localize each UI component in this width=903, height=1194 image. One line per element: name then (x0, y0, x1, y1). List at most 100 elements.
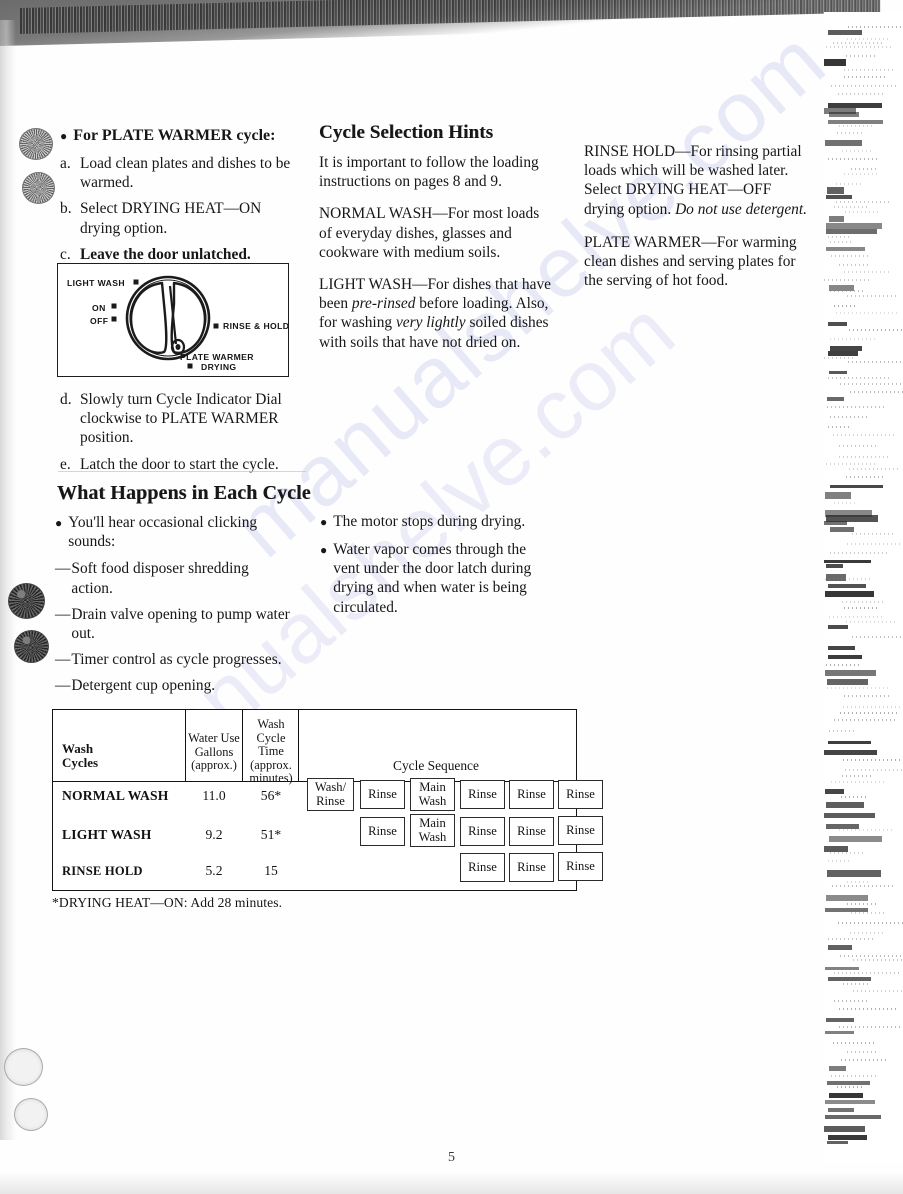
column-header-line: Gallons (194, 744, 234, 759)
sequence-cell-main-wash: Main Wash (410, 778, 455, 811)
list-item: — Detergent cup opening. (55, 676, 290, 695)
sequence-cell-line: Wash/ (314, 780, 347, 795)
em-dash: — (412, 276, 428, 294)
table-footnote: *DRYING HEAT—ON: Add 28 minutes. (52, 895, 283, 910)
column-header-line: Cycle Time (256, 730, 286, 759)
dash-icon: — (55, 677, 71, 695)
light-wash-term: LIGHT WASH (319, 276, 413, 294)
divider (58, 471, 306, 472)
step-text: Leave the door unlatched. (80, 245, 251, 263)
sequence-cell-rinse: Rinse (558, 852, 603, 881)
dash-icon: — (55, 560, 71, 578)
bullet-icon: ● (320, 543, 328, 557)
dial-label-rinse-hold: RINSE & HOLD (223, 321, 290, 331)
dial-label-light-wash: LIGHT WASH (67, 278, 125, 288)
list-item: c. Leave the door unlatched. (60, 245, 300, 264)
sequence-cell-rinse: Rinse (558, 780, 603, 809)
list-item: b. Select DRYING HEAT—ON drying option. (60, 199, 300, 237)
list-item: d. Slowly turn Cycle Indicator Dial cloc… (60, 390, 305, 448)
margin-hole-artifact (8, 583, 45, 619)
step-text: Load clean plates and dishes to be warme… (80, 155, 291, 192)
step-text: Slowly turn Cycle Indicator Dial clockwi… (80, 391, 282, 447)
column-header-line: minutes) (249, 771, 293, 786)
em-dash: — (432, 205, 448, 223)
em-dash: — (701, 233, 717, 251)
column-header-line: (approx.) (191, 758, 237, 773)
margin-hole-artifact (22, 172, 55, 204)
table-cell-time: 15 (264, 863, 278, 878)
facing-page-noise-strip (824, 12, 903, 1162)
dial-label-off: OFF (90, 316, 109, 326)
dash-icon: — (55, 651, 71, 669)
clicking-sounds-list: ● You'll hear occasional clicking sounds… (55, 513, 290, 703)
table-cell-water: 11.0 (202, 788, 226, 803)
scan-edge-left (0, 20, 16, 1140)
left-column-steps-continued: d. Slowly turn Cycle Indicator Dial cloc… (60, 390, 305, 481)
step-label: c. (60, 245, 71, 263)
table-cell-water: 9.2 (205, 827, 223, 842)
sequence-cell-rinse: Rinse (509, 817, 554, 846)
list-item: ● Water vapor comes through the vent und… (320, 540, 542, 617)
sequence-cell-wash-rinse: Wash/ Rinse (307, 778, 354, 811)
dial-indicator-square (214, 324, 218, 328)
middle-column: Cycle Selection Hints It is important to… (319, 122, 551, 365)
rinse-hold-term: RINSE HOLD (584, 143, 676, 160)
sequence-cell-line: Rinse (316, 793, 345, 808)
sequence-cell-line: Main (419, 816, 446, 831)
sequence-cell-rinse: Rinse (360, 817, 405, 846)
dial-indicator-square (188, 364, 192, 368)
column-header-line: Wash (257, 717, 285, 731)
column-header-line: Cycles (62, 755, 99, 771)
column-header-line: Wash (62, 741, 94, 756)
sequence-cell-rinse: Rinse (509, 780, 554, 809)
list-item: ● The motor stops during drying. (320, 512, 542, 532)
margin-hole-artifact (14, 1098, 48, 1131)
bullet-icon: ● (60, 129, 68, 143)
column-header-water-use: Water Use Gallons (approx.) (187, 731, 241, 773)
table-row-label: RINSE HOLD (62, 864, 143, 878)
column-header-wash-cycles: Wash Cycles (62, 741, 172, 771)
rinse-hold-italic-no-detergent: Do not use detergent. (675, 200, 807, 218)
list-item: — Drain valve opening to pump water out. (55, 605, 290, 643)
step-label: d. (60, 391, 72, 408)
scanned-manual-page: manualshelve.com manualshelve.com ● For … (0, 0, 903, 1194)
step-text: Select DRYING HEAT—ON drying option. (80, 200, 262, 237)
plate-warmer-paragraph: PLATE WARMER—For warming clean dishes an… (584, 233, 810, 291)
dash-icon: — (55, 605, 71, 623)
what-happens-section: What Happens in Each Cycle (57, 482, 327, 514)
scan-edge-bottom (0, 1172, 903, 1194)
table-cell-time: 51* (260, 827, 282, 842)
bullet-text: The motor stops during drying. (333, 513, 526, 530)
table-row-label: LIGHT WASH (62, 827, 152, 842)
margin-hole-artifact (4, 1048, 43, 1086)
clicking-intro-text: You'll hear occasional clicking sounds: (68, 514, 258, 551)
column-header-line: (approx. (250, 757, 292, 772)
column-header-cycle-sequence: Cycle Sequence (393, 758, 479, 773)
table-cell-water: 5.2 (205, 863, 223, 878)
dial-label-on: ON (92, 303, 106, 313)
dial-indicator-square (112, 317, 116, 321)
plate-warmer-steps-list: a. Load clean plates and dishes to be wa… (60, 154, 300, 264)
dial-label-plate-warmer: PLATE WARMER (180, 352, 254, 362)
sequence-cell-main-wash: Main Wash (410, 814, 455, 847)
column-header-cycle-time: Wash Cycle Time (approx. minutes) (244, 717, 298, 786)
dial-indicator-square (134, 280, 138, 284)
sequence-cell-rinse: Rinse (460, 780, 505, 809)
sequence-cell-rinse: Rinse (360, 780, 405, 809)
normal-wash-term: NORMAL WASH (319, 205, 433, 223)
margin-hole-artifact (14, 630, 49, 663)
table-row-label: NORMAL WASH (62, 788, 169, 803)
light-wash-italic-very-lightly: very lightly (395, 314, 466, 332)
page-number: 5 (448, 1150, 455, 1165)
section-heading-cycle-selection-hints: Cycle Selection Hints (319, 122, 494, 143)
dial-label-drying: DRYING (201, 362, 237, 372)
plate-warmer-cycle-heading: ● For PLATE WARMER cycle: (60, 126, 300, 146)
step-label: b. (60, 200, 72, 218)
clicking-item-text: Drain valve opening to pump water out. (71, 605, 290, 643)
clicking-item-text: Soft food disposer shredding action. (71, 560, 249, 597)
plate-warmer-cycle-heading-text: For PLATE WARMER cycle: (73, 127, 276, 144)
middle-column-bullets: ● The motor stops during drying. ● Water… (320, 512, 542, 625)
clicking-item-text: Detergent cup opening. (71, 677, 216, 695)
left-column: ● For PLATE WARMER cycle: a. Load clean … (60, 126, 300, 271)
em-dash: — (675, 143, 691, 160)
